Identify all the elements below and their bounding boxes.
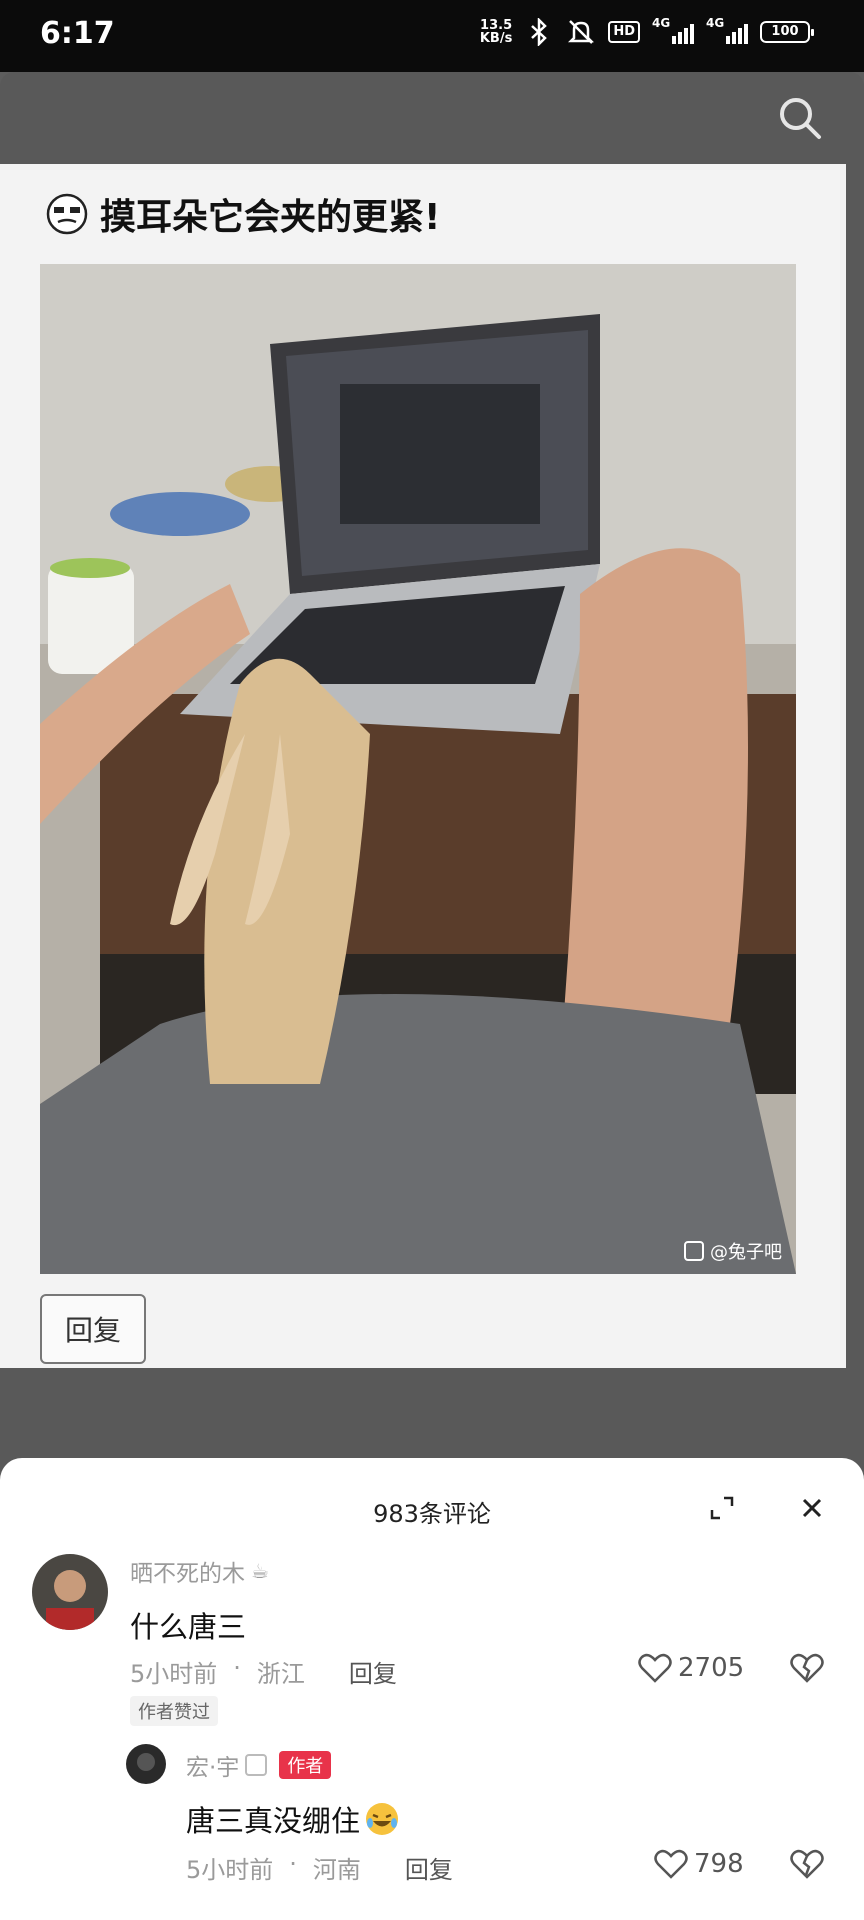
post-caption: 摸耳朵它会夹的更紧! [44,188,440,240]
reply-username[interactable]: 宏·宇 作者 [186,1748,332,1782]
avatar[interactable] [32,1554,108,1630]
broken-heart-icon[interactable] [790,1652,824,1686]
author-liked-badge: 作者赞过 [130,1696,218,1726]
mute-bell-icon [566,18,596,46]
caption-text: 摸耳朵它会夹的更紧! [100,197,441,238]
hd-voice-badge: HD [608,21,640,43]
post-card: 摸耳朵它会夹的更紧! @兔子吧 回复 [0,164,846,1368]
status-time: 6:17 [40,16,115,51]
avatar[interactable] [126,1744,166,1784]
laughing-emoji-icon [366,1803,399,1835]
like-button[interactable]: 798 [654,1848,744,1880]
like-count: 798 [694,1849,744,1879]
heart-icon [638,1653,672,1683]
search-icon[interactable] [776,94,824,142]
reply-text[interactable]: 唐三真没绷住 [186,1798,400,1840]
photo-watermark: @兔子吧 [684,1238,782,1264]
network-speed: 13.5 KB/s [479,18,513,46]
user-level-icon [245,1754,268,1776]
expand-icon[interactable] [706,1492,738,1524]
comments-sheet: 983条评论 晒不死的木 ☕ 什么唐三 5小时前 · 浙江 回复 2705 作者… [0,1458,864,1920]
reply-button[interactable]: 回复 [349,1654,397,1689]
close-icon[interactable] [796,1492,828,1524]
background-post-page: 摸耳朵它会夹的更紧! @兔子吧 回复 [0,72,864,1472]
signal-strength-1: 4G [652,16,694,44]
comment-meta: 5小时前 · 浙江 回复 [130,1654,397,1689]
status-bar: 6:17 13.5 KB/s HD 4G 4G 100 [0,0,864,72]
comment-username[interactable]: 晒不死的木 ☕ [130,1554,269,1588]
battery-indicator: 100 [760,21,814,43]
comment-text[interactable]: 什么唐三 [130,1604,246,1646]
signal-strength-2: 4G [706,16,748,44]
reply-meta: 5小时前 · 河南 回复 [186,1850,453,1885]
watermark-logo-icon [684,1241,704,1261]
author-tag: 作者 [279,1751,332,1779]
rabbit-laptop-photo [40,264,796,1274]
reply-button[interactable]: 回复 [405,1850,453,1885]
status-icons: 13.5 KB/s HD 4G 4G 100 [479,16,814,46]
post-photo[interactable]: @兔子吧 [40,264,796,1274]
heart-icon [654,1849,688,1879]
post-reply-button[interactable]: 回复 [40,1294,146,1364]
like-button[interactable]: 2705 [638,1652,744,1684]
bowl-icon: ☕ [251,1559,269,1583]
like-count: 2705 [678,1653,745,1683]
broken-heart-icon[interactable] [790,1848,824,1882]
meme-face-icon [44,191,90,237]
bluetooth-icon [524,18,554,46]
